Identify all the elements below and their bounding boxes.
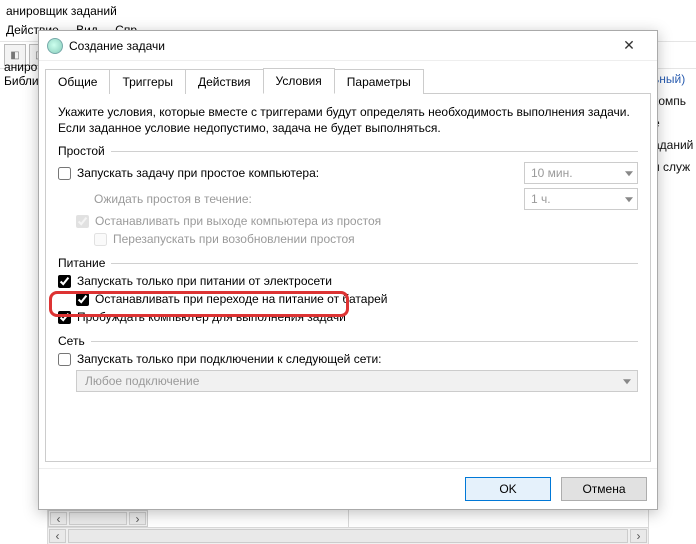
wait-idle-select: 1 ч. <box>524 188 638 210</box>
dialog-button-row: OK Отмена <box>39 468 657 509</box>
select-value: 10 мин. <box>531 166 573 180</box>
close-button[interactable]: ✕ <box>609 34 649 58</box>
tab-actions[interactable]: Действия <box>185 69 264 94</box>
create-task-dialog: Создание задачи ✕ Общие Триггеры Действи… <box>38 30 658 510</box>
checkbox-label: Запускать только при подключении к следу… <box>77 352 382 366</box>
dialog-titlebar[interactable]: Создание задачи ✕ <box>39 31 657 61</box>
group-separator <box>111 263 638 264</box>
group-idle: Простой Запускать задачу при простое ком… <box>58 144 638 250</box>
wait-idle-label: Ожидать простоя в течение: <box>94 192 252 206</box>
action-link[interactable]: и служ <box>653 160 692 174</box>
stop-on-battery-checkbox[interactable]: Останавливать при переходе на питание от… <box>76 292 388 306</box>
scroll-left-button[interactable]: ‹ <box>49 529 66 543</box>
scrollbar-horizontal[interactable]: ‹ › <box>48 510 148 527</box>
host-window-title: анировщик заданий <box>0 0 696 21</box>
group-network: Сеть Запускать только при подключении к … <box>58 334 638 396</box>
ac-only-checkbox[interactable]: Запускать только при питании от электрос… <box>58 274 332 288</box>
checkbox[interactable] <box>76 293 89 306</box>
group-power-label: Питание <box>58 256 105 270</box>
group-network-label: Сеть <box>58 334 85 348</box>
action-link[interactable]: аданий <box>653 138 692 152</box>
group-power: Питание Запускать только при питании от … <box>58 256 638 328</box>
idle-duration-select: 10 мин. <box>524 162 638 184</box>
tab-general[interactable]: Общие <box>45 69 110 94</box>
scroll-left-button[interactable]: ‹ <box>50 512 67 525</box>
scrollbar-horizontal[interactable]: ‹ › <box>48 527 648 544</box>
checkbox[interactable] <box>58 167 71 180</box>
cancel-button[interactable]: Отмена <box>561 477 647 501</box>
checkbox-label: Перезапускать при возобновлении простоя <box>113 232 355 246</box>
action-link[interactable]: компь <box>653 94 692 108</box>
dialog-title: Создание задачи <box>69 39 609 53</box>
network-select: Любое подключение <box>76 370 638 392</box>
stop-on-exit-idle-checkbox: Останавливать при выходе компьютера из п… <box>76 214 381 228</box>
checkbox[interactable] <box>58 275 71 288</box>
action-link[interactable]: ьный) <box>653 72 692 86</box>
group-idle-label: Простой <box>58 144 105 158</box>
scroll-right-button[interactable]: › <box>630 529 647 543</box>
ok-button[interactable]: OK <box>465 477 551 501</box>
select-value: Любое подключение <box>85 374 199 388</box>
network-only-checkbox[interactable]: Запускать только при подключении к следу… <box>58 352 382 366</box>
scroll-right-button[interactable]: › <box>129 512 146 525</box>
checkbox-label: Пробуждать компьютер для выполнения зада… <box>77 310 346 324</box>
checkbox-label: Останавливать при выходе компьютера из п… <box>95 214 381 228</box>
chevron-down-icon <box>625 198 633 203</box>
tabstrip: Общие Триггеры Действия Условия Параметр… <box>39 61 657 93</box>
restart-on-idle-checkbox: Перезапускать при возобновлении простоя <box>94 232 355 246</box>
intro-text: Укажите условия, которые вместе с тригге… <box>58 104 638 136</box>
checkbox[interactable] <box>58 353 71 366</box>
action-link[interactable]: е <box>653 116 692 130</box>
checkbox <box>94 233 107 246</box>
checkbox-label: Запускать задачу при простое компьютера: <box>77 166 319 180</box>
close-icon: ✕ <box>623 37 635 54</box>
task-icon <box>47 38 63 54</box>
group-separator <box>91 341 638 342</box>
checkbox-label: Запускать только при питании от электрос… <box>77 274 332 288</box>
tab-conditions[interactable]: Условия <box>263 68 335 94</box>
tab-settings[interactable]: Параметры <box>334 69 424 94</box>
chevron-down-icon <box>625 172 633 177</box>
select-value: 1 ч. <box>531 192 551 206</box>
conditions-panel: Укажите условия, которые вместе с тригге… <box>45 93 651 462</box>
group-separator <box>111 151 638 152</box>
wake-computer-checkbox[interactable]: Пробуждать компьютер для выполнения зада… <box>58 310 346 324</box>
scroll-track[interactable] <box>69 512 127 525</box>
checkbox <box>76 215 89 228</box>
tab-triggers[interactable]: Триггеры <box>109 69 186 94</box>
scroll-track[interactable] <box>68 529 628 543</box>
checkbox[interactable] <box>58 311 71 324</box>
checkbox-label: Останавливать при переходе на питание от… <box>95 292 388 306</box>
start-on-idle-checkbox[interactable]: Запускать задачу при простое компьютера: <box>58 166 319 180</box>
chevron-down-icon <box>623 380 631 385</box>
